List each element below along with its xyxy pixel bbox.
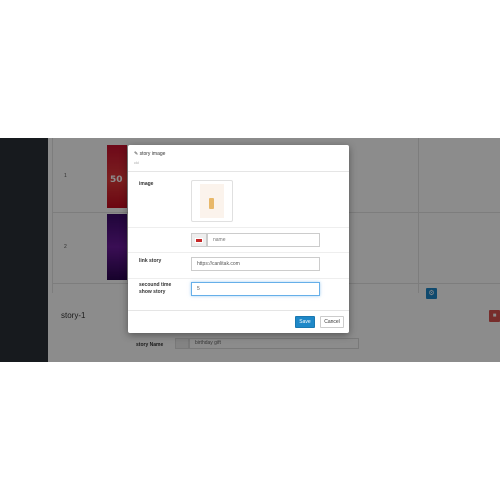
- second-time-input[interactable]: 5: [191, 282, 320, 296]
- flag-icon: [195, 238, 203, 243]
- modal-header: ✎ story image ckl: [128, 145, 349, 172]
- modal-footer: Save Cancel: [128, 310, 349, 333]
- image-preview[interactable]: [191, 180, 233, 222]
- name-input[interactable]: name: [207, 233, 320, 247]
- divider: [128, 227, 349, 228]
- app-viewport: 1 2 50 ⚙ story-1 ■ story Name birthday g…: [0, 138, 500, 362]
- pencil-icon: ✎: [134, 151, 139, 157]
- product-image: [209, 198, 214, 209]
- divider: [128, 278, 349, 279]
- modal-title: ✎ story image: [134, 151, 165, 157]
- image-thumbnail: [200, 184, 224, 218]
- divider: [128, 252, 349, 253]
- second-time-label-line1: secound time: [139, 282, 172, 288]
- modal-subtitle: ckl: [134, 160, 139, 165]
- image-label: image: [139, 181, 154, 187]
- link-story-input[interactable]: https://canlitak.com: [191, 257, 320, 271]
- modal-title-text: story image: [139, 151, 166, 157]
- second-time-label-line2: show story: [139, 289, 166, 295]
- second-time-label: secound time show story: [139, 282, 171, 296]
- story-image-modal: ✎ story image ckl image name link story …: [128, 145, 349, 333]
- cancel-button[interactable]: Cancel: [320, 316, 344, 328]
- flag-addon: [191, 233, 207, 247]
- save-button[interactable]: Save: [295, 316, 315, 328]
- link-story-label: link story: [139, 258, 162, 264]
